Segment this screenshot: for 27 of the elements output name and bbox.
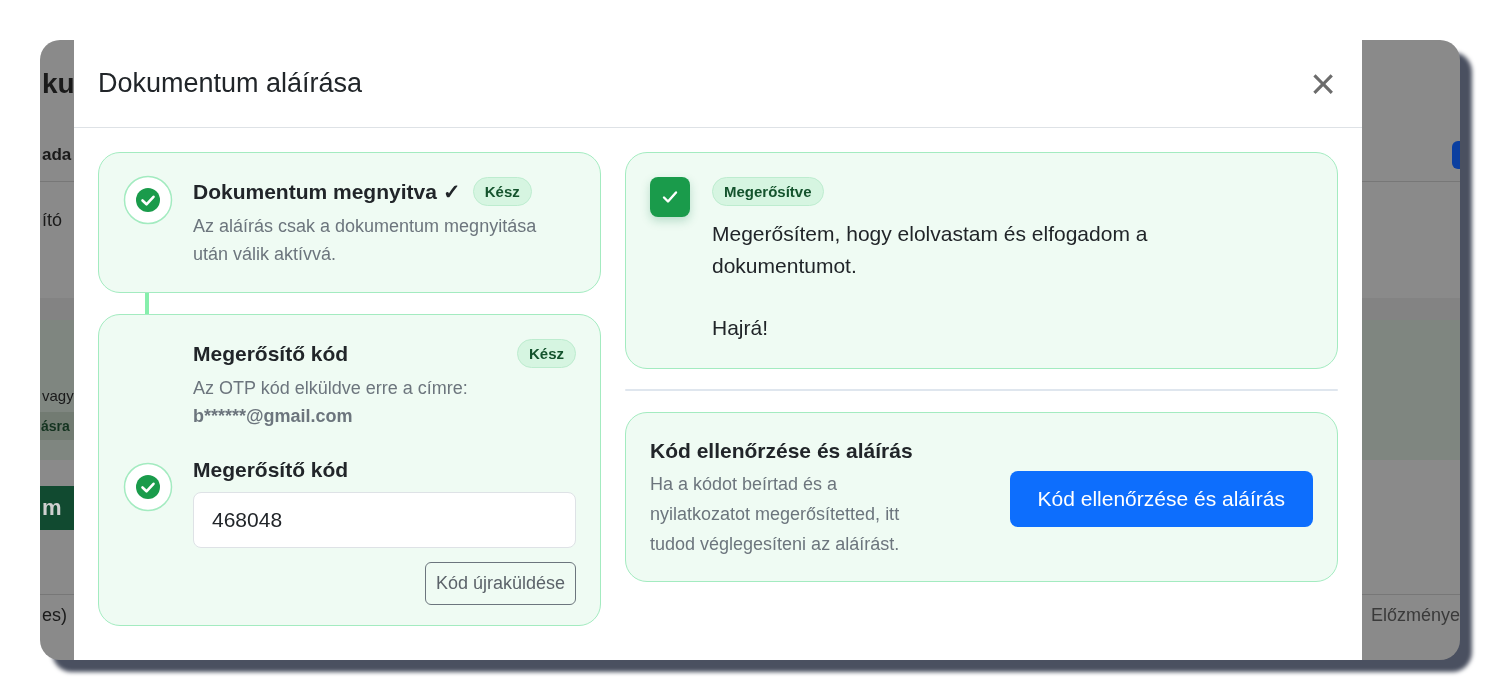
step-description: Az OTP kód elküldve erre a címre: bbox=[193, 377, 469, 400]
code-input-field[interactable]: 468048 bbox=[193, 492, 576, 548]
page-text: Előzménye bbox=[1369, 605, 1460, 626]
checkbox[interactable] bbox=[650, 177, 690, 217]
page-text: ító bbox=[41, 210, 62, 231]
page-text: es) bbox=[41, 605, 67, 626]
confirmation-text: Hajrá! bbox=[712, 315, 770, 341]
email-address: b******@gmail.com bbox=[193, 405, 354, 428]
modal-title: Dokumentum aláírása bbox=[98, 68, 363, 99]
status-badge: Megerősítve bbox=[712, 177, 824, 206]
field-label: Megerősítő kód bbox=[193, 458, 350, 482]
tab-label: ada bbox=[41, 144, 72, 165]
status-badge: Kész bbox=[472, 177, 532, 206]
confirmation-text: Megerősítem, hogy elolvastam és elfogadom a dokumentumot. bbox=[712, 221, 1149, 279]
resend-code-button[interactable]: Kód újraküldése bbox=[424, 562, 576, 605]
status-badge: Kész bbox=[516, 339, 576, 368]
page-text: ásra bbox=[40, 412, 74, 440]
step-title: Dokumentum megnyitva ✓ bbox=[193, 179, 461, 204]
close-button[interactable]: × bbox=[1306, 61, 1340, 106]
step-connector bbox=[145, 293, 149, 314]
page-text: vagy bbox=[41, 387, 74, 404]
page-title: ku bbox=[41, 68, 75, 100]
step-title: Megerősítő kód bbox=[193, 341, 349, 366]
submit-description: Ha a kódot beírtad és a nyilatkozatot megerősítetted, itt tudod véglegesíteni az aláírást. bbox=[650, 473, 901, 556]
verify-and-sign-button[interactable]: Kód ellenőrzése és aláírás bbox=[1009, 471, 1313, 527]
step-description: Az aláírás csak a dokumentum megnyitása után válik aktívvá. bbox=[193, 215, 538, 266]
submit-title: Kód ellenőrzése és aláírás bbox=[650, 439, 914, 463]
